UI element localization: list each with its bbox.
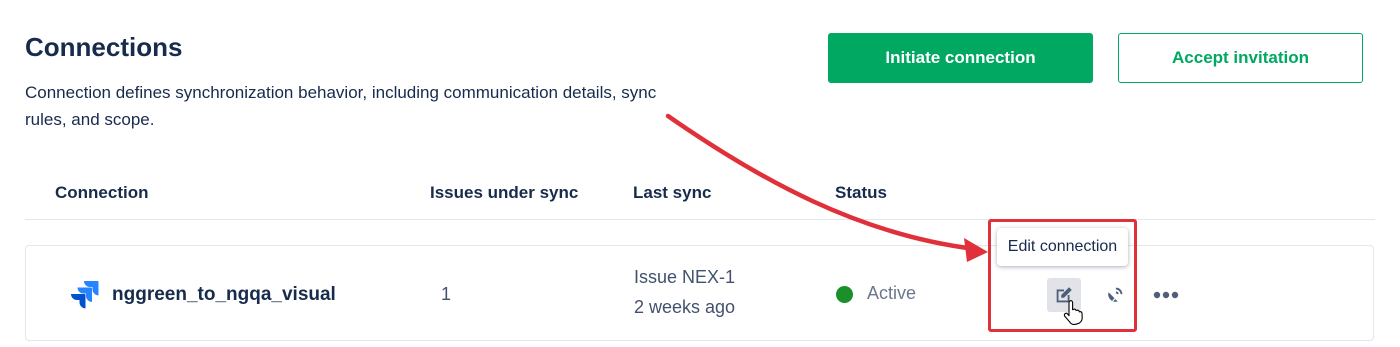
more-actions-button[interactable] — [1149, 278, 1183, 312]
last-sync-issue: Issue NEX-1 — [634, 267, 736, 287]
edit-connection-tooltip: Edit connection — [997, 228, 1128, 266]
table-header: Connection Issues under sync Last sync S… — [25, 175, 1375, 220]
status-indicator-dot — [836, 286, 853, 303]
jira-icon — [71, 281, 99, 309]
satellite-dish-icon — [1108, 287, 1123, 302]
initiate-connection-button[interactable]: Initiate connection — [828, 33, 1093, 83]
sync-connection-button[interactable] — [1098, 278, 1132, 312]
status-label: Active — [867, 283, 917, 303]
page-title: Connections — [25, 32, 183, 62]
connections-page: Connections Connection defines synchroni… — [0, 0, 1400, 347]
column-header-issues: Issues under sync — [430, 183, 579, 202]
more-horizontal-icon — [1153, 291, 1179, 299]
page-description: Connection defines synchronization behav… — [25, 83, 657, 129]
column-header-last-sync: Last sync — [633, 183, 712, 202]
table-row[interactable]: nggreen_to_ngqa_visual 1 Issue NEX-1 2 w… — [25, 245, 1374, 341]
column-header-connection: Connection — [55, 183, 149, 202]
column-header-status: Status — [835, 183, 887, 202]
issues-count: 1 — [441, 284, 452, 304]
accept-invitation-button[interactable]: Accept invitation — [1118, 33, 1363, 83]
connection-name[interactable]: nggreen_to_ngqa_visual — [112, 284, 336, 306]
hand-cursor-icon — [1063, 300, 1083, 326]
last-sync-time: 2 weeks ago — [634, 297, 736, 317]
